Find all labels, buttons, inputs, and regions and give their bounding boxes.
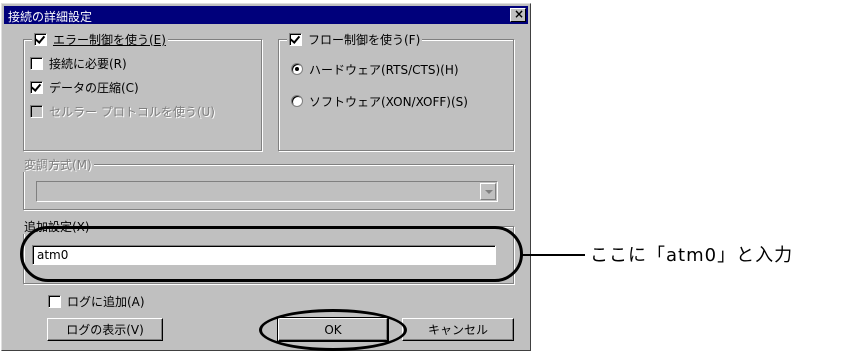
append-to-log-option[interactable]: ログに追加(A) bbox=[48, 292, 145, 310]
software-flow-option[interactable]: ソフトウェア(XON/XOFF)(S) bbox=[291, 92, 468, 110]
flow-control-toggle[interactable]: フロー制御を使う(F) bbox=[287, 31, 423, 47]
ok-highlight-oval bbox=[259, 309, 407, 351]
modulation-select bbox=[36, 181, 498, 202]
compress-data-checkbox[interactable] bbox=[30, 80, 43, 94]
append-to-log-label: ログに追加(A) bbox=[67, 294, 145, 309]
flow-control-checkbox[interactable] bbox=[289, 32, 302, 46]
modulation-legend: 変調方式(M) bbox=[22, 156, 94, 172]
cancel-button[interactable]: キャンセル bbox=[402, 318, 514, 341]
connection-advanced-settings-dialog: 接続の詳細設定 × エラー制御を使う(E) 接続に必要(R) データの圧縮(C)… bbox=[1, 3, 531, 351]
modulation-group: 変調方式(M) bbox=[22, 156, 514, 210]
error-control-checkbox[interactable] bbox=[34, 32, 47, 46]
dialog-title: 接続の詳細設定 bbox=[8, 10, 93, 24]
required-connection-label: 接続に必要(R) bbox=[49, 56, 127, 71]
flow-control-group: フロー制御を使う(F) ハードウェア(RTS/CTS)(H) ソフトウェア(XO… bbox=[278, 31, 514, 151]
software-flow-label: ソフトウェア(XON/XOFF)(S) bbox=[309, 94, 468, 109]
cellular-protocol-option: セルラー プロトコルを使う(U) bbox=[30, 102, 215, 120]
callout-leader-line bbox=[521, 254, 585, 256]
cellular-protocol-label: セルラー プロトコルを使う(U) bbox=[49, 104, 215, 119]
input-highlight-oval bbox=[20, 226, 523, 282]
compress-data-option[interactable]: データの圧縮(C) bbox=[30, 78, 139, 96]
hardware-flow-option[interactable]: ハードウェア(RTS/CTS)(H) bbox=[291, 60, 459, 78]
error-control-toggle[interactable]: エラー制御を使う(E) bbox=[32, 31, 168, 47]
required-connection-option[interactable]: 接続に必要(R) bbox=[30, 54, 127, 72]
required-connection-checkbox[interactable] bbox=[30, 56, 43, 70]
dropdown-arrow-icon bbox=[480, 183, 496, 200]
hardware-flow-radio[interactable] bbox=[291, 63, 303, 75]
hardware-flow-label: ハードウェア(RTS/CTS)(H) bbox=[309, 62, 459, 77]
modulation-label: 変調方式(M) bbox=[24, 157, 92, 172]
show-log-button[interactable]: ログの表示(V) bbox=[47, 318, 163, 341]
error-control-group: エラー制御を使う(E) 接続に必要(R) データの圧縮(C) セルラー プロトコ… bbox=[23, 31, 262, 151]
cellular-protocol-checkbox bbox=[30, 104, 43, 118]
flow-control-label: フロー制御を使う(F) bbox=[308, 32, 421, 47]
append-to-log-checkbox[interactable] bbox=[48, 294, 61, 308]
close-icon: × bbox=[514, 7, 525, 21]
software-flow-radio[interactable] bbox=[291, 95, 303, 107]
compress-data-label: データの圧縮(C) bbox=[49, 80, 139, 95]
callout-text: ここに「atm0」と入力 bbox=[590, 245, 794, 266]
error-control-label: エラー制御を使う(E) bbox=[53, 32, 166, 47]
title-bar[interactable]: 接続の詳細設定 × bbox=[4, 6, 528, 24]
close-button[interactable]: × bbox=[510, 7, 526, 22]
